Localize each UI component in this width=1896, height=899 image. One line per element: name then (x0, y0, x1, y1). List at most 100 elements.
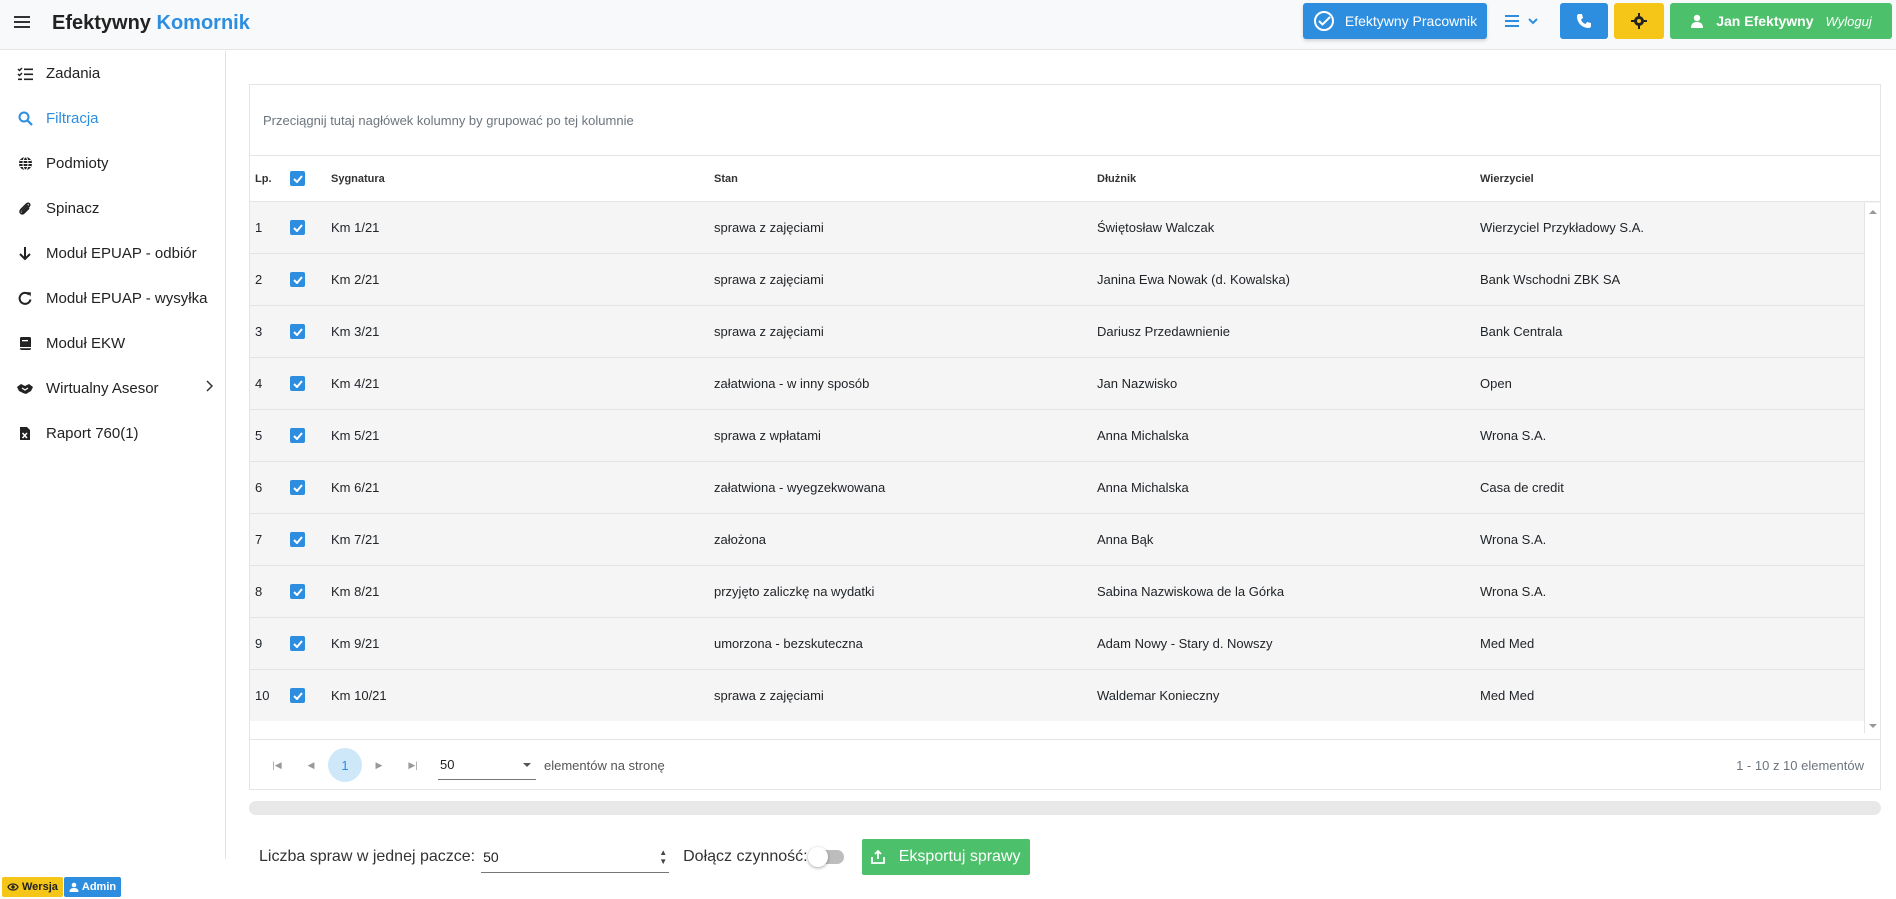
group-by-drop-panel[interactable]: Przeciągnij tutaj nagłówek kolumny by gr… (250, 85, 1880, 156)
pager-info: 1 - 10 z 10 elementów (1736, 757, 1864, 773)
globe-icon (16, 155, 34, 173)
table-row[interactable]: 7 Km 7/21 założona Anna Bąk Wrona S.A. (250, 514, 1880, 566)
row-checkbox[interactable] (290, 688, 331, 703)
hamburger-menu-icon[interactable] (14, 14, 30, 30)
column-header-sygnatura[interactable]: Sygnatura (331, 173, 714, 185)
table-row[interactable]: 6 Km 6/21 załatwiona - wyegzekwowana Ann… (250, 462, 1880, 514)
cell-lp: 9 (255, 636, 263, 651)
row-checkbox[interactable] (290, 376, 331, 391)
handshake-icon (16, 380, 34, 398)
column-header-lp[interactable]: Lp. (250, 173, 290, 185)
admin-badge-label: Admin (81, 881, 117, 893)
column-header-wierzyciel[interactable]: Wierzyciel (1480, 173, 1860, 185)
export-button-label: Eksportuj sprawy (898, 848, 1021, 865)
cell-stan: sprawa z zajęciami (714, 220, 824, 235)
row-checkbox[interactable] (290, 324, 331, 339)
sidebar-item-wirtualny-asesor[interactable]: Wirtualny Asesor (0, 366, 225, 411)
sidebar-item-epuap-wysylka[interactable]: Moduł EPUAP - wysyłka (0, 276, 225, 321)
version-badge[interactable]: Wersja (2, 877, 63, 897)
sidebar-item-filtracja[interactable]: Filtracja (0, 96, 225, 141)
cell-dluznik: Sabina Nazwiskowa de la Górka (1097, 584, 1285, 599)
last-page-icon[interactable]: ▶| (396, 748, 430, 782)
chevron-down-icon (1528, 18, 1538, 25)
book-icon (16, 335, 34, 353)
brand-main: Efektywny (52, 12, 151, 34)
row-checkbox[interactable] (290, 584, 331, 599)
checkbox-checked-icon (290, 220, 305, 235)
column-header-dluznik[interactable]: Dłużnik (1097, 173, 1480, 185)
table-row[interactable]: 1 Km 1/21 sprawa z zajęciami Świętosław … (250, 202, 1880, 254)
efektywny-pracownik-button[interactable]: Efektywny Pracownik (1303, 3, 1487, 39)
sidebar-item-label: Filtracja (46, 110, 99, 127)
row-checkbox[interactable] (290, 428, 331, 443)
table-row[interactable]: 3 Km 3/21 sprawa z zajęciami Dariusz Prz… (250, 306, 1880, 358)
cell-sygnatura: Km 5/21 (331, 428, 380, 443)
next-page-icon[interactable]: ▶ (362, 748, 396, 782)
sidebar-item-podmioty[interactable]: Podmioty (0, 141, 225, 186)
sidebar-item-raport-760[interactable]: Raport 760(1) (0, 411, 225, 456)
export-cases-button[interactable]: Eksportuj sprawy (861, 839, 1030, 875)
user-logout-button[interactable]: Jan Efektywny Wyloguj (1670, 3, 1892, 39)
checkbox-checked-icon (290, 428, 305, 443)
cell-dluznik: Waldemar Konieczny (1097, 688, 1220, 703)
cell-lp: 3 (255, 324, 263, 339)
table-row[interactable]: 4 Km 4/21 załatwiona - w inny sposób Jan… (250, 358, 1880, 410)
user-name: Jan Efektywny (1716, 13, 1814, 29)
first-page-icon[interactable]: |◀ (260, 748, 294, 782)
checkbox-checked-icon (290, 584, 305, 599)
page-size-select[interactable]: 50 (438, 750, 536, 780)
horizontal-scrollbar[interactable] (249, 801, 1881, 815)
row-checkbox[interactable] (290, 220, 331, 235)
table-row[interactable]: 8 Km 8/21 przyjęto zaliczkę na wydatki S… (250, 566, 1880, 618)
attach-activity-label: Dołącz czynność: (683, 848, 808, 865)
sidebar-item-spinacz[interactable]: Spinacz (0, 186, 225, 231)
row-checkbox[interactable] (290, 480, 331, 495)
cell-dluznik: Janina Ewa Nowak (d. Kowalska) (1097, 272, 1290, 287)
page-size-value: 50 (440, 757, 455, 772)
admin-badge[interactable]: Admin (63, 877, 122, 897)
row-checkbox[interactable] (290, 272, 331, 287)
row-checkbox[interactable] (290, 532, 331, 547)
cell-dluznik: Anna Bąk (1097, 532, 1154, 547)
export-bar: Liczba spraw w jednej paczce: 50 ▲ ▼ Dołą… (259, 839, 1030, 875)
user-icon (69, 882, 79, 892)
gear-icon (1631, 13, 1647, 29)
excel-file-icon (16, 425, 34, 443)
page-number-current[interactable]: 1 (328, 748, 362, 782)
scroll-up-icon (1869, 210, 1877, 214)
phone-button[interactable] (1560, 3, 1608, 39)
sidebar-item-zadania[interactable]: Zadania (0, 51, 225, 96)
user-icon (1691, 14, 1704, 28)
top-bar: Efektywny Komornik Efektywny Pracownik J… (0, 0, 1896, 50)
sidebar-item-label: Moduł EPUAP - wysyłka (46, 290, 208, 307)
scroll-down-icon (1869, 724, 1877, 728)
footer-badges: Wersja Admin (2, 877, 122, 897)
vertical-scrollbar[interactable] (1864, 203, 1880, 733)
batch-size-input[interactable]: 50 ▲ ▼ (481, 841, 670, 873)
tasks-list-icon (16, 65, 34, 83)
sidebar-item-ekw[interactable]: Moduł EKW (0, 321, 225, 366)
sidebar-item-label: Wirtualny Asesor (46, 380, 159, 397)
quick-menu-button[interactable] (1494, 3, 1550, 39)
sidebar-item-label: Moduł EKW (46, 335, 126, 352)
select-all-checkbox[interactable] (290, 171, 331, 186)
cell-wierzyciel: Casa de credit (1480, 480, 1564, 495)
row-checkbox[interactable] (290, 636, 331, 651)
cell-wierzyciel: Bank Centrala (1480, 324, 1563, 339)
cell-lp: 10 (255, 688, 270, 703)
table-row[interactable]: 5 Km 5/21 sprawa z wpłatami Anna Michals… (250, 410, 1880, 462)
cell-dluznik: Świętosław Walczak (1097, 220, 1215, 235)
cell-sygnatura: Km 2/21 (331, 272, 380, 287)
settings-button[interactable] (1614, 3, 1664, 39)
prev-page-icon[interactable]: ◀ (294, 748, 328, 782)
sidebar-item-epuap-odbior[interactable]: Moduł EPUAP - odbiór (0, 231, 225, 276)
attach-activity-toggle[interactable] (807, 847, 844, 867)
stepper-arrows-icon[interactable]: ▲ ▼ (659, 848, 667, 866)
app-brand[interactable]: Efektywny Komornik (52, 12, 250, 35)
table-row[interactable]: 10 Km 10/21 sprawa z zajęciami Waldemar … (250, 670, 1880, 721)
column-header-stan[interactable]: Stan (714, 173, 1097, 185)
efektywny-pracownik-label: Efektywny Pracownik (1344, 13, 1478, 29)
checkbox-checked-icon (290, 532, 305, 547)
table-row[interactable]: 2 Km 2/21 sprawa z zajęciami Janina Ewa … (250, 254, 1880, 306)
table-row[interactable]: 9 Km 9/21 umorzona - bezskuteczna Adam N… (250, 618, 1880, 670)
